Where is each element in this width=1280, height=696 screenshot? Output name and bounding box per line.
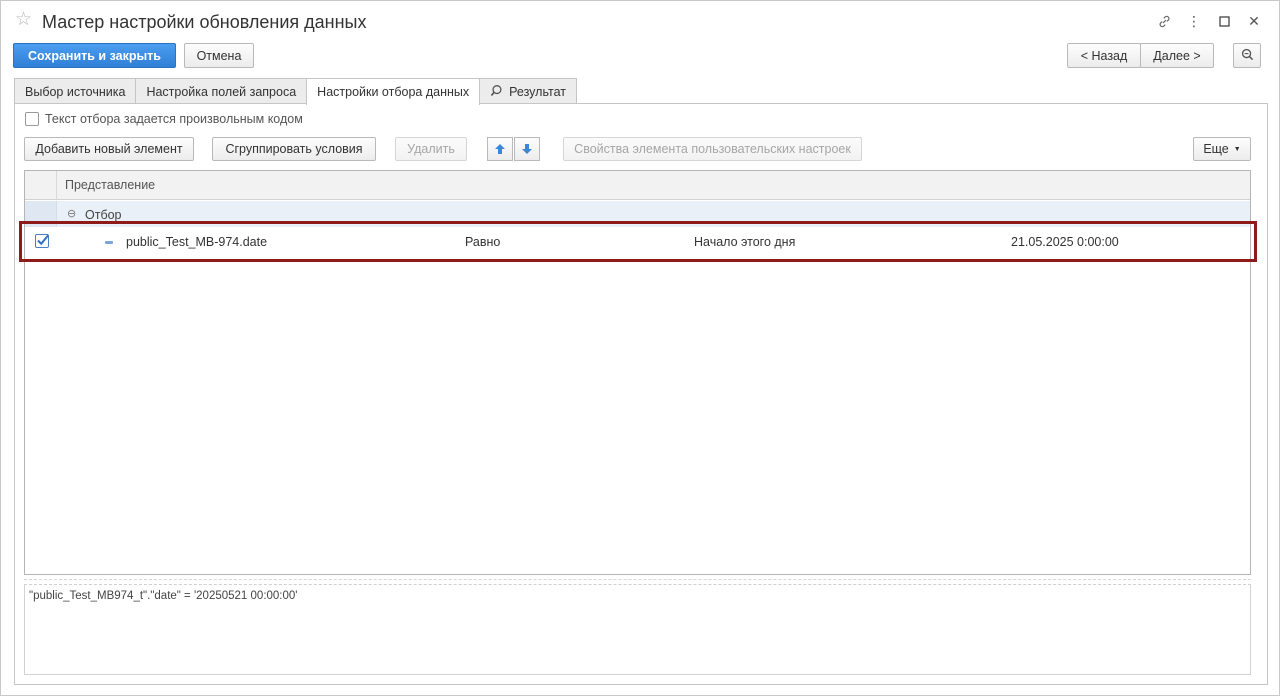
row-field: public_Test_MB-974.date	[126, 235, 268, 249]
table-row[interactable]: public_Test_MB-974.date Равно Начало это…	[25, 227, 1250, 257]
collapse-icon[interactable]: ⊖	[67, 207, 76, 220]
tab-bar: Выбор источника Настройка полей запроса …	[14, 78, 577, 105]
move-up-button[interactable]	[487, 137, 513, 161]
zoom-icon	[1241, 48, 1254, 64]
splitter[interactable]	[24, 579, 1251, 580]
add-element-button[interactable]: Добавить новый элемент	[24, 137, 194, 161]
group-label: Отбор	[85, 208, 122, 222]
search-icon	[490, 84, 503, 100]
window-controls: ⋮ ✕	[1149, 11, 1269, 31]
custom-code-label: Текст отбора задается произвольным кодом	[45, 112, 303, 126]
zoom-button[interactable]	[1233, 43, 1261, 68]
filter-grid[interactable]: Представление ⊖ Отбор public_Test_MB-974…	[24, 170, 1251, 575]
custom-code-checkbox[interactable]	[25, 112, 39, 126]
title-bar: ☆ Мастер настройки обновления данных ⋮ ✕	[1, 1, 1279, 41]
dropdown-triangle-icon: ▼	[1233, 145, 1241, 153]
more-menu-icon[interactable]: ⋮	[1179, 11, 1209, 31]
tab-label: Результат	[509, 84, 566, 99]
header-presentation[interactable]: Представление	[65, 178, 155, 192]
window-title: Мастер настройки обновления данных	[42, 12, 367, 32]
save-and-close-button[interactable]: Сохранить и закрыть	[13, 43, 176, 68]
tab-filter-settings[interactable]: Настройки отбора данных	[306, 78, 481, 105]
tab-source[interactable]: Выбор источника	[14, 78, 137, 104]
next-button[interactable]: Далее >	[1140, 43, 1214, 68]
tab-label: Выбор источника	[25, 84, 126, 99]
move-down-button[interactable]	[514, 137, 540, 161]
tab-label: Настройка полей запроса	[146, 84, 297, 99]
tab-label: Настройки отбора данных	[317, 85, 470, 99]
arrow-down-icon	[522, 144, 532, 154]
row-checkbox[interactable]	[35, 234, 49, 248]
arrow-up-icon	[495, 144, 505, 154]
back-button[interactable]: < Назад	[1067, 43, 1141, 68]
checkmark-icon	[37, 234, 49, 246]
grid-header: Представление	[25, 171, 1250, 200]
tab-query-fields[interactable]: Настройка полей запроса	[135, 78, 308, 104]
more-label: Еще	[1203, 142, 1229, 156]
tab-result[interactable]: Результат	[479, 78, 577, 104]
close-icon[interactable]: ✕	[1239, 11, 1269, 31]
group-check-cell	[25, 201, 57, 227]
cancel-button[interactable]: Отмена	[184, 43, 254, 68]
row-comparison[interactable]: Равно	[465, 235, 500, 249]
wizard-window: ☆ Мастер настройки обновления данных ⋮ ✕…	[0, 0, 1280, 696]
query-text-area[interactable]: "public_Test_MB974_t"."date" = '20250521…	[24, 584, 1251, 675]
row-period[interactable]: Начало этого дня	[694, 235, 795, 249]
delete-button[interactable]: Удалить	[395, 137, 467, 161]
favorite-star-icon[interactable]: ☆	[15, 10, 32, 30]
maximize-icon[interactable]	[1209, 11, 1239, 31]
link-icon[interactable]	[1149, 11, 1179, 31]
group-conditions-button[interactable]: Сгруппировать условия	[212, 137, 376, 161]
element-properties-button[interactable]: Свойства элемента пользовательских настр…	[563, 137, 862, 161]
custom-code-option[interactable]: Текст отбора задается произвольным кодом	[25, 112, 303, 126]
group-row[interactable]: ⊖ Отбор	[25, 201, 1250, 227]
condition-icon	[105, 241, 113, 244]
more-button[interactable]: Еще ▼	[1193, 137, 1251, 161]
header-check-column	[25, 171, 57, 200]
row-value[interactable]: 21.05.2025 0:00:00	[1011, 235, 1119, 249]
query-text: "public_Test_MB974_t"."date" = '20250521…	[29, 590, 298, 602]
